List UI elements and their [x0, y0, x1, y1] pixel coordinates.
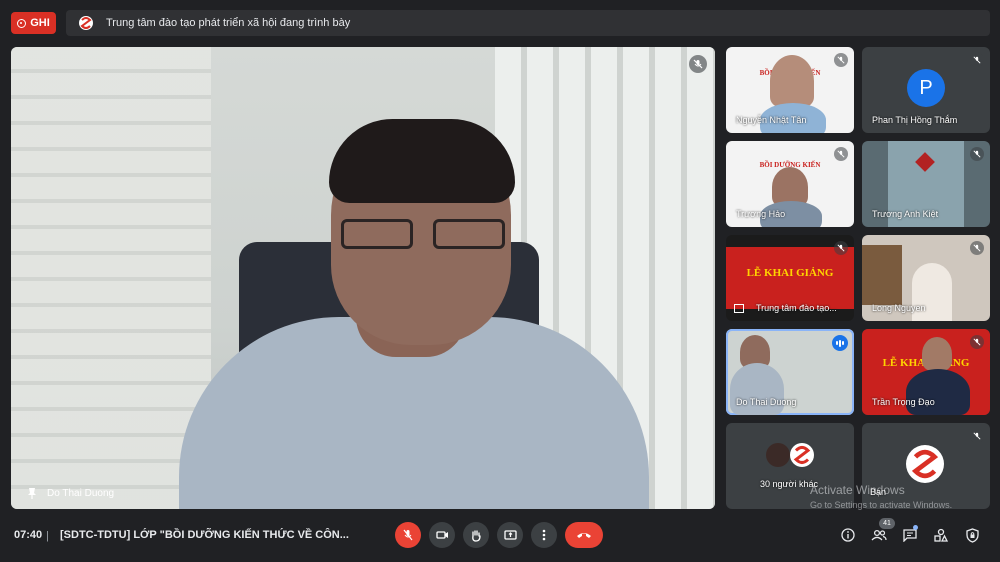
avatar [766, 443, 790, 467]
sdtc-logo-icon [906, 445, 944, 483]
participant-tile[interactable]: Do Thai Duong [726, 329, 854, 415]
pin-icon [27, 487, 37, 499]
mic-toggle-button[interactable] [395, 522, 421, 548]
speaker-glasses [341, 219, 511, 253]
recording-label: GHI [30, 17, 50, 29]
leave-call-button[interactable] [565, 522, 603, 548]
slide-title: LỄ KHAI GIẢNG [746, 267, 834, 279]
mic-off-icon [970, 241, 984, 255]
shield-lock-icon [965, 527, 979, 543]
present-screen-icon [734, 304, 744, 313]
host-controls-button[interactable] [963, 526, 981, 544]
background-blinds [11, 47, 211, 509]
mic-off-icon [970, 53, 984, 67]
more-vert-icon [542, 529, 546, 541]
participant-name: Trần Trọng Đạo [872, 397, 935, 407]
avatar: P [907, 69, 945, 107]
participant-tile[interactable]: BỒI DƯỠNG KIẾN Nguyễn Nhật Tân [726, 47, 854, 133]
more-options-button[interactable] [531, 522, 557, 548]
notification-dot [913, 525, 918, 530]
participant-name: Phan Thị Hồng Thắm [872, 115, 958, 125]
mic-off-icon [403, 529, 413, 541]
separator: | [46, 530, 49, 542]
present-screen-icon [503, 529, 517, 540]
present-now-button[interactable] [497, 522, 523, 548]
participant-name: Long Nguyen [872, 303, 926, 313]
meeting-title: [SDTC-TDTU] LỚP "BỒI DƯỠNG KIẾN THỨC VỀ … [60, 529, 349, 541]
participant-tile[interactable]: P Phan Thị Hồng Thắm [862, 47, 990, 133]
mic-off-icon [834, 147, 848, 161]
activation-watermark: Activate Windows [810, 483, 905, 497]
hand-icon [472, 529, 481, 542]
meeting-time: 07:40 [14, 529, 43, 541]
speaking-indicator-icon [832, 335, 848, 351]
participant-name: Nguyễn Nhật Tân [736, 115, 807, 125]
camera-icon [435, 531, 448, 539]
activities-button[interactable] [932, 526, 950, 544]
participant-tile[interactable]: LỄ KHAI GIẢNG Trần Trọng Đạo [862, 329, 990, 415]
meeting-info-button[interactable] [839, 526, 857, 544]
chat-icon [903, 528, 917, 542]
presentation-bar: Trung tâm đào tạo phát triển xã hội đang… [66, 10, 990, 36]
main-speaker-video[interactable]: Do Thai Duong [11, 47, 715, 509]
shapes-icon [934, 528, 948, 542]
participant-name: Do Thai Duong [736, 397, 797, 407]
participant-tile[interactable]: BỒI DƯỠNG KIẾN Trương Hảo [726, 141, 854, 227]
raise-hand-button[interactable] [463, 522, 489, 548]
mic-off-icon [970, 335, 984, 349]
mic-off-icon [689, 55, 707, 73]
camera-toggle-button[interactable] [429, 522, 455, 548]
participant-count-badge: 41 [879, 518, 895, 529]
mic-off-icon [834, 53, 848, 67]
sdtc-logo-icon [78, 15, 94, 31]
mic-off-icon [834, 241, 848, 255]
participant-name: Trương Anh Kiệt [872, 209, 939, 219]
main-speaker-label: Do Thai Duong [27, 487, 114, 499]
info-icon [841, 528, 855, 542]
recording-badge[interactable]: GHI [11, 12, 56, 34]
end-call-icon [577, 533, 591, 538]
presentation-text: Trung tâm đào tạo phát triển xã hội đang… [106, 17, 351, 29]
people-icon [871, 529, 887, 541]
participant-tile[interactable]: LỄ KHAI GIẢNG Trung tâm đào tạo... [726, 235, 854, 321]
main-speaker-name: Do Thai Duong [47, 487, 115, 499]
mic-off-icon [970, 147, 984, 161]
participant-tile[interactable]: Trương Anh Kiệt [862, 141, 990, 227]
activation-watermark-subtext: Go to Settings to activate Windows. [810, 500, 953, 510]
participant-name: Trung tâm đào tạo... [756, 303, 837, 313]
sdtc-avatar-icon [790, 443, 814, 467]
record-icon [17, 18, 27, 28]
mic-off-icon [970, 429, 984, 443]
participant-tile[interactable]: Long Nguyen [862, 235, 990, 321]
participant-name: Trương Hảo [736, 209, 786, 219]
